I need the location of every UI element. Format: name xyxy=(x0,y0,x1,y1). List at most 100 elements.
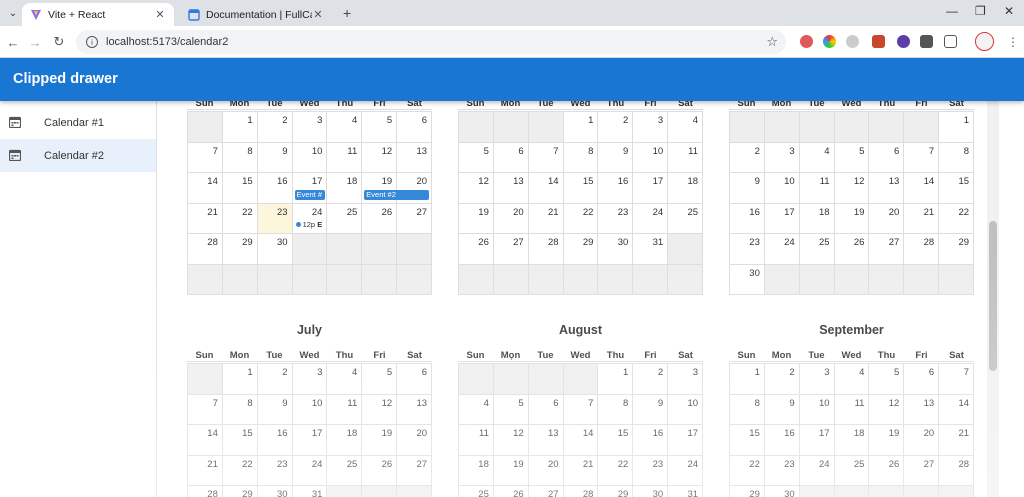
address-bar[interactable]: i localhost:5173/calendar2 ☆ xyxy=(76,30,786,54)
empty-day-cell[interactable] xyxy=(493,364,529,395)
day-number[interactable]: 21 xyxy=(583,459,594,470)
empty-day-cell[interactable] xyxy=(362,234,398,265)
day-number[interactable]: 15 xyxy=(583,176,594,187)
day-number[interactable]: 27 xyxy=(513,237,524,248)
day-number[interactable]: 1 xyxy=(247,367,252,378)
day-cell[interactable]: 10 xyxy=(292,142,328,173)
empty-day-cell[interactable] xyxy=(188,112,223,143)
day-cell[interactable]: 15 xyxy=(730,425,765,456)
day-number[interactable]: 14 xyxy=(924,176,935,187)
day-cell[interactable]: 4 xyxy=(327,364,363,395)
day-number[interactable]: 8 xyxy=(623,398,628,409)
day-cell[interactable]: 25 xyxy=(799,234,835,265)
day-cell[interactable]: 23 xyxy=(764,455,800,486)
day-number[interactable]: 17 xyxy=(784,207,795,218)
day-number[interactable]: 14 xyxy=(207,428,218,439)
day-number[interactable]: 18 xyxy=(819,207,830,218)
day-number[interactable]: 10 xyxy=(819,398,830,409)
day-number[interactable]: 5 xyxy=(387,367,392,378)
day-number[interactable]: 11 xyxy=(479,428,489,439)
day-cell[interactable]: 12 xyxy=(362,394,398,425)
day-cell[interactable]: 7 xyxy=(188,394,223,425)
day-cell[interactable]: 8 xyxy=(939,142,975,173)
day-number[interactable]: 1 xyxy=(247,115,252,126)
color-picker-extension-icon[interactable] xyxy=(823,35,836,48)
day-cell[interactable]: 22 xyxy=(598,455,634,486)
day-number[interactable]: 27 xyxy=(416,459,427,470)
day-cell[interactable]: 6 xyxy=(397,364,433,395)
day-number[interactable]: 24 xyxy=(784,237,795,248)
day-cell[interactable]: 9 xyxy=(257,394,293,425)
day-cell[interactable]: 30 xyxy=(257,234,293,265)
day-number[interactable]: 11 xyxy=(347,398,357,409)
day-number[interactable]: 21 xyxy=(924,207,935,218)
day-number[interactable]: 18 xyxy=(687,176,698,187)
day-number[interactable]: 12 xyxy=(478,176,489,187)
day-cell[interactable]: 12 xyxy=(834,173,870,204)
day-cell[interactable]: 17 xyxy=(764,203,800,234)
profile-avatar[interactable] xyxy=(975,32,994,51)
empty-day-cell[interactable] xyxy=(188,264,223,295)
empty-day-cell[interactable] xyxy=(362,486,398,497)
empty-day-cell[interactable] xyxy=(834,112,870,143)
empty-day-cell[interactable] xyxy=(633,264,669,295)
empty-day-cell[interactable] xyxy=(799,264,835,295)
day-cell[interactable]: 27 xyxy=(529,486,564,497)
day-number[interactable]: 16 xyxy=(784,428,795,439)
day-cell[interactable]: 1 xyxy=(222,364,258,395)
day-cell[interactable]: 11 xyxy=(799,173,835,204)
day-number[interactable]: 26 xyxy=(382,459,393,470)
day-cell[interactable]: 3 xyxy=(764,142,800,173)
nav-item-calendar-2[interactable]: Calendar #2 xyxy=(0,139,156,172)
day-number[interactable]: 5 xyxy=(894,367,899,378)
day-number[interactable]: 11 xyxy=(347,146,357,157)
close-tab-icon[interactable]: ✕ xyxy=(154,8,166,21)
day-number[interactable]: 24 xyxy=(819,459,830,470)
day-number[interactable]: 2 xyxy=(282,367,287,378)
day-number[interactable]: 23 xyxy=(277,207,288,218)
day-number[interactable]: 4 xyxy=(352,115,357,126)
day-cell[interactable]: 19 xyxy=(459,203,494,234)
day-cell[interactable]: 5 xyxy=(362,364,398,395)
day-number[interactable]: 8 xyxy=(588,146,593,157)
day-cell[interactable]: 26 xyxy=(459,234,494,265)
day-number[interactable]: 29 xyxy=(958,237,969,248)
tab-search-icon[interactable]: ⌄ xyxy=(4,4,22,22)
day-cell[interactable]: 29 xyxy=(939,234,975,265)
day-cell[interactable]: 20 xyxy=(869,203,905,234)
day-cell[interactable]: 28 xyxy=(564,486,599,497)
day-cell[interactable]: 14 xyxy=(528,173,564,204)
empty-day-cell[interactable] xyxy=(563,264,599,295)
empty-day-cell[interactable] xyxy=(257,264,293,295)
day-cell[interactable]: 20 xyxy=(528,455,564,486)
day-cell[interactable]: 25 xyxy=(327,455,363,486)
day-cell[interactable]: 10 xyxy=(668,394,704,425)
day-number[interactable]: 3 xyxy=(824,367,829,378)
day-number[interactable]: 19 xyxy=(382,176,393,187)
day-cell[interactable]: 7 xyxy=(904,142,940,173)
day-cell[interactable]: 15 xyxy=(222,173,258,204)
day-number[interactable]: 29 xyxy=(242,489,253,497)
empty-day-cell[interactable] xyxy=(528,364,564,395)
day-cell[interactable]: 16 xyxy=(257,425,293,456)
day-cell[interactable]: 14 xyxy=(939,394,975,425)
empty-day-cell[interactable] xyxy=(834,264,870,295)
day-cell[interactable]: 12 xyxy=(362,142,398,173)
day-number[interactable]: 7 xyxy=(213,398,218,409)
day-cell[interactable]: 18 xyxy=(327,173,363,204)
day-number[interactable]: 9 xyxy=(623,146,628,157)
day-number[interactable]: 29 xyxy=(242,237,253,248)
empty-day-cell[interactable] xyxy=(493,112,529,143)
day-cell[interactable]: 4 xyxy=(668,112,704,143)
day-cell[interactable]: 6 xyxy=(528,394,564,425)
day-number[interactable]: 16 xyxy=(618,176,629,187)
day-number[interactable]: 13 xyxy=(924,398,935,409)
day-number[interactable]: 22 xyxy=(242,459,253,470)
day-number[interactable]: 13 xyxy=(889,176,900,187)
day-number[interactable]: 22 xyxy=(749,459,760,470)
day-cell[interactable]: 18 xyxy=(327,425,363,456)
day-number[interactable]: 1 xyxy=(588,115,593,126)
day-cell[interactable]: 3 xyxy=(799,364,835,395)
day-number[interactable]: 21 xyxy=(958,428,969,439)
forward-icon[interactable]: → xyxy=(26,33,44,51)
